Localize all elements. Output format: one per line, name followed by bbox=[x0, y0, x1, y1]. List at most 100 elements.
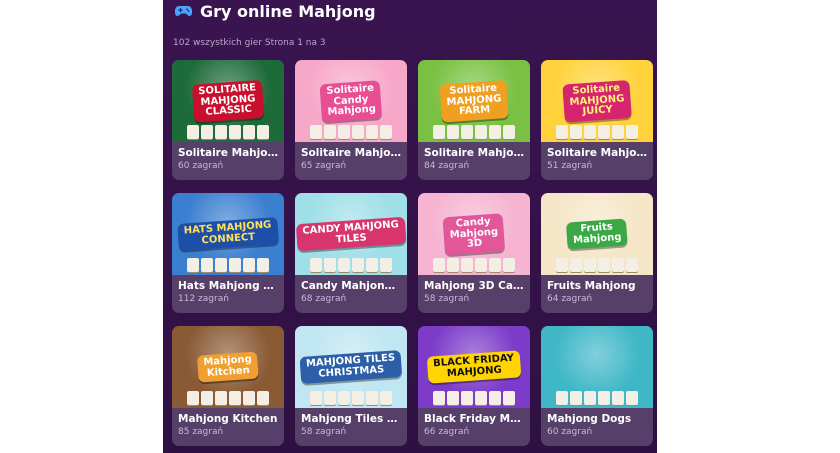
game-title[interactable]: Solitaire Mahjong ... bbox=[178, 147, 278, 159]
game-thumbnail[interactable]: Solitaire MAHJONG JUICY bbox=[541, 60, 653, 142]
tile-icon bbox=[324, 258, 336, 272]
game-info: Mahjong Tiles Chr... 58 zagrań bbox=[295, 408, 407, 437]
game-title[interactable]: Mahjong Dogs bbox=[547, 413, 647, 425]
tile-icon bbox=[310, 391, 322, 405]
game-card[interactable]: BLACK FRIDAY MAHJONG Black Friday Mahj...… bbox=[418, 326, 530, 446]
game-title[interactable]: Solitaire Mahjong ... bbox=[547, 147, 647, 159]
play-count: 112 zagrań bbox=[178, 294, 229, 304]
tile-icon bbox=[229, 258, 241, 272]
tile-icon bbox=[380, 125, 392, 139]
game-info: Candy Mahjong T... 68 zagrań bbox=[295, 275, 407, 304]
game-info: Solitaire Mahjong ... 65 zagrań bbox=[295, 142, 407, 171]
tile-icon bbox=[366, 391, 378, 405]
game-info: Solitaire Mahjong ... 51 zagrań bbox=[541, 142, 653, 171]
tile-icon bbox=[556, 258, 568, 272]
tile-icon bbox=[352, 258, 364, 272]
tile-icon bbox=[338, 391, 350, 405]
game-thumbnail[interactable]: HATS MAHJONG CONNECT bbox=[172, 193, 284, 275]
tile-icon bbox=[584, 125, 596, 139]
tile-icon bbox=[366, 125, 378, 139]
tile-icon bbox=[489, 125, 501, 139]
gamepad-icon bbox=[175, 6, 192, 16]
tile-icon bbox=[201, 258, 213, 272]
tile-icon bbox=[324, 391, 336, 405]
game-card[interactable]: Solitaire Candy Mahjong Solitaire Mahjong… bbox=[295, 60, 407, 180]
game-thumbnail[interactable] bbox=[541, 326, 653, 408]
game-card[interactable]: MAHJONG TILES CHRISTMAS Mahjong Tiles Chr… bbox=[295, 326, 407, 446]
tile-icon bbox=[201, 125, 213, 139]
game-thumbnail[interactable]: Solitaire MAHJONG FARM bbox=[418, 60, 530, 142]
game-title[interactable]: Solitaire Mahjong ... bbox=[301, 147, 401, 159]
game-thumbnail[interactable]: Solitaire Candy Mahjong bbox=[295, 60, 407, 142]
tile-icon bbox=[461, 258, 473, 272]
tile-icon bbox=[584, 391, 596, 405]
tile-icon bbox=[556, 125, 568, 139]
tile-icon bbox=[215, 125, 227, 139]
tile-icon bbox=[598, 125, 610, 139]
game-logo: CANDY MAHJONG TILES bbox=[295, 216, 407, 252]
tile-icon bbox=[612, 258, 624, 272]
play-count: 68 zagrań bbox=[301, 294, 347, 304]
game-info: Fruits Mahjong 64 zagrań bbox=[541, 275, 653, 304]
tile-icon bbox=[324, 125, 336, 139]
tile-icon bbox=[598, 391, 610, 405]
game-card[interactable]: HATS MAHJONG CONNECT Hats Mahjong Co... 11… bbox=[172, 193, 284, 313]
section-header: Gry online Mahjong bbox=[175, 0, 376, 22]
tile-icon bbox=[201, 391, 213, 405]
tile-icon bbox=[475, 125, 487, 139]
game-title[interactable]: Hats Mahjong Co... bbox=[178, 280, 278, 292]
game-thumbnail[interactable]: Mahjong Kitchen bbox=[172, 326, 284, 408]
game-thumbnail[interactable]: MAHJONG TILES CHRISTMAS bbox=[295, 326, 407, 408]
tile-icon bbox=[570, 125, 582, 139]
game-title[interactable]: Black Friday Mahj... bbox=[424, 413, 524, 425]
game-card[interactable]: CANDY MAHJONG TILES Candy Mahjong T... 68 … bbox=[295, 193, 407, 313]
game-title[interactable]: Mahjong Kitchen bbox=[178, 413, 278, 425]
game-title[interactable]: Solitaire Mahjong ... bbox=[424, 147, 524, 159]
game-thumbnail[interactable]: Candy Mahjong 3D bbox=[418, 193, 530, 275]
tile-icon bbox=[366, 258, 378, 272]
mahjong-tiles-decoration bbox=[422, 125, 526, 139]
mahjong-tiles-decoration bbox=[545, 391, 649, 405]
tile-icon bbox=[215, 391, 227, 405]
game-thumbnail[interactable]: BLACK FRIDAY MAHJONG bbox=[418, 326, 530, 408]
game-title[interactable]: Mahjong Tiles Chr... bbox=[301, 413, 401, 425]
game-thumbnail[interactable]: SOLITAIRE MAHJONG CLASSIC bbox=[172, 60, 284, 142]
tile-icon bbox=[461, 125, 473, 139]
game-title[interactable]: Fruits Mahjong bbox=[547, 280, 647, 292]
game-thumbnail[interactable]: Fruits Mahjong bbox=[541, 193, 653, 275]
tile-icon bbox=[447, 391, 459, 405]
game-grid: SOLITAIRE MAHJONG CLASSIC Solitaire Mahjo… bbox=[172, 60, 653, 446]
tile-icon bbox=[626, 391, 638, 405]
mahjong-tiles-decoration bbox=[299, 258, 403, 272]
game-card[interactable]: SOLITAIRE MAHJONG CLASSIC Solitaire Mahjo… bbox=[172, 60, 284, 180]
tile-icon bbox=[310, 125, 322, 139]
tile-icon bbox=[570, 391, 582, 405]
mahjong-tiles-decoration bbox=[422, 258, 526, 272]
game-card[interactable]: Mahjong Dogs 60 zagrań bbox=[541, 326, 653, 446]
game-card[interactable]: Solitaire MAHJONG FARM Solitaire Mahjong … bbox=[418, 60, 530, 180]
tile-icon bbox=[310, 258, 322, 272]
tile-icon bbox=[257, 125, 269, 139]
game-thumbnail[interactable]: CANDY MAHJONG TILES bbox=[295, 193, 407, 275]
game-card[interactable]: Solitaire MAHJONG JUICY Solitaire Mahjong… bbox=[541, 60, 653, 180]
game-card[interactable]: Mahjong Kitchen Mahjong Kitchen 85 zagrań bbox=[172, 326, 284, 446]
game-logo: SOLITAIRE MAHJONG CLASSIC bbox=[191, 79, 265, 123]
game-card[interactable]: Fruits Mahjong Fruits Mahjong 64 zagrań bbox=[541, 193, 653, 313]
game-card[interactable]: Candy Mahjong 3D Mahjong 3D Candy 58 zagra… bbox=[418, 193, 530, 313]
tile-icon bbox=[243, 125, 255, 139]
mahjong-tiles-decoration bbox=[176, 258, 280, 272]
mahjong-tiles-decoration bbox=[422, 391, 526, 405]
play-count: 58 zagrań bbox=[424, 294, 470, 304]
tile-icon bbox=[489, 391, 501, 405]
tile-icon bbox=[433, 391, 445, 405]
game-title[interactable]: Mahjong 3D Candy bbox=[424, 280, 524, 292]
tile-icon bbox=[503, 391, 515, 405]
game-logo: Solitaire MAHJONG JUICY bbox=[562, 79, 632, 123]
play-count: 65 zagrań bbox=[301, 161, 347, 171]
game-info: Hats Mahjong Co... 112 zagrań bbox=[172, 275, 284, 304]
tile-icon bbox=[447, 125, 459, 139]
tile-icon bbox=[352, 391, 364, 405]
game-title[interactable]: Candy Mahjong T... bbox=[301, 280, 401, 292]
game-logo: MAHJONG TILES CHRISTMAS bbox=[299, 349, 403, 385]
game-logo: Mahjong Kitchen bbox=[196, 351, 260, 383]
